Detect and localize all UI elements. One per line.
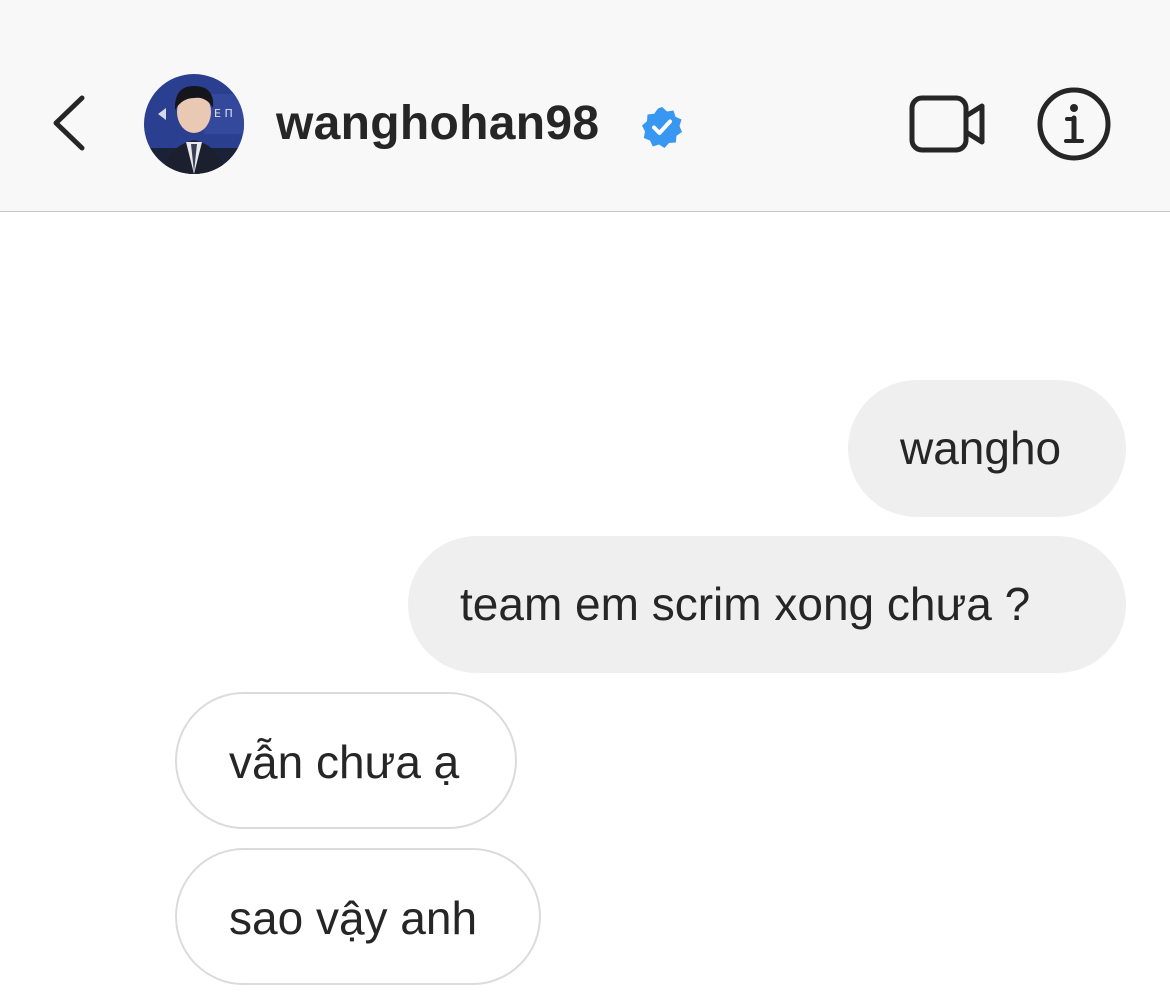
message-bubble-outgoing[interactable]: team em scrim xong chưa ?: [408, 536, 1126, 673]
info-circle-icon: [1037, 87, 1111, 161]
video-call-button[interactable]: [906, 90, 990, 156]
conversation-info-button[interactable]: [1034, 84, 1114, 164]
back-button[interactable]: [44, 90, 94, 156]
message-text: team em scrim xong chưa ?: [460, 578, 1031, 630]
message-bubble-outgoing[interactable]: wangho: [848, 380, 1126, 517]
svg-text:E Π: E Π: [214, 107, 233, 120]
avatar-image: E Π: [144, 74, 244, 174]
avatar[interactable]: E Π: [144, 74, 244, 174]
verified-badge-icon: [642, 107, 682, 148]
message-bubble-incoming[interactable]: sao vậy anh: [175, 848, 541, 985]
verified-badge: [640, 105, 684, 149]
message-text: vẫn chưa ạ: [229, 736, 460, 788]
message-bubble-incoming[interactable]: vẫn chưa ạ: [175, 692, 517, 829]
chat-username[interactable]: wanghohan98: [276, 92, 599, 156]
chevron-left-icon: [53, 95, 85, 151]
video-camera-icon: [909, 95, 985, 153]
chat-header: E Π wanghohan98: [0, 0, 1170, 212]
message-text: wangho: [900, 422, 1062, 474]
message-text: sao vậy anh: [229, 892, 478, 944]
